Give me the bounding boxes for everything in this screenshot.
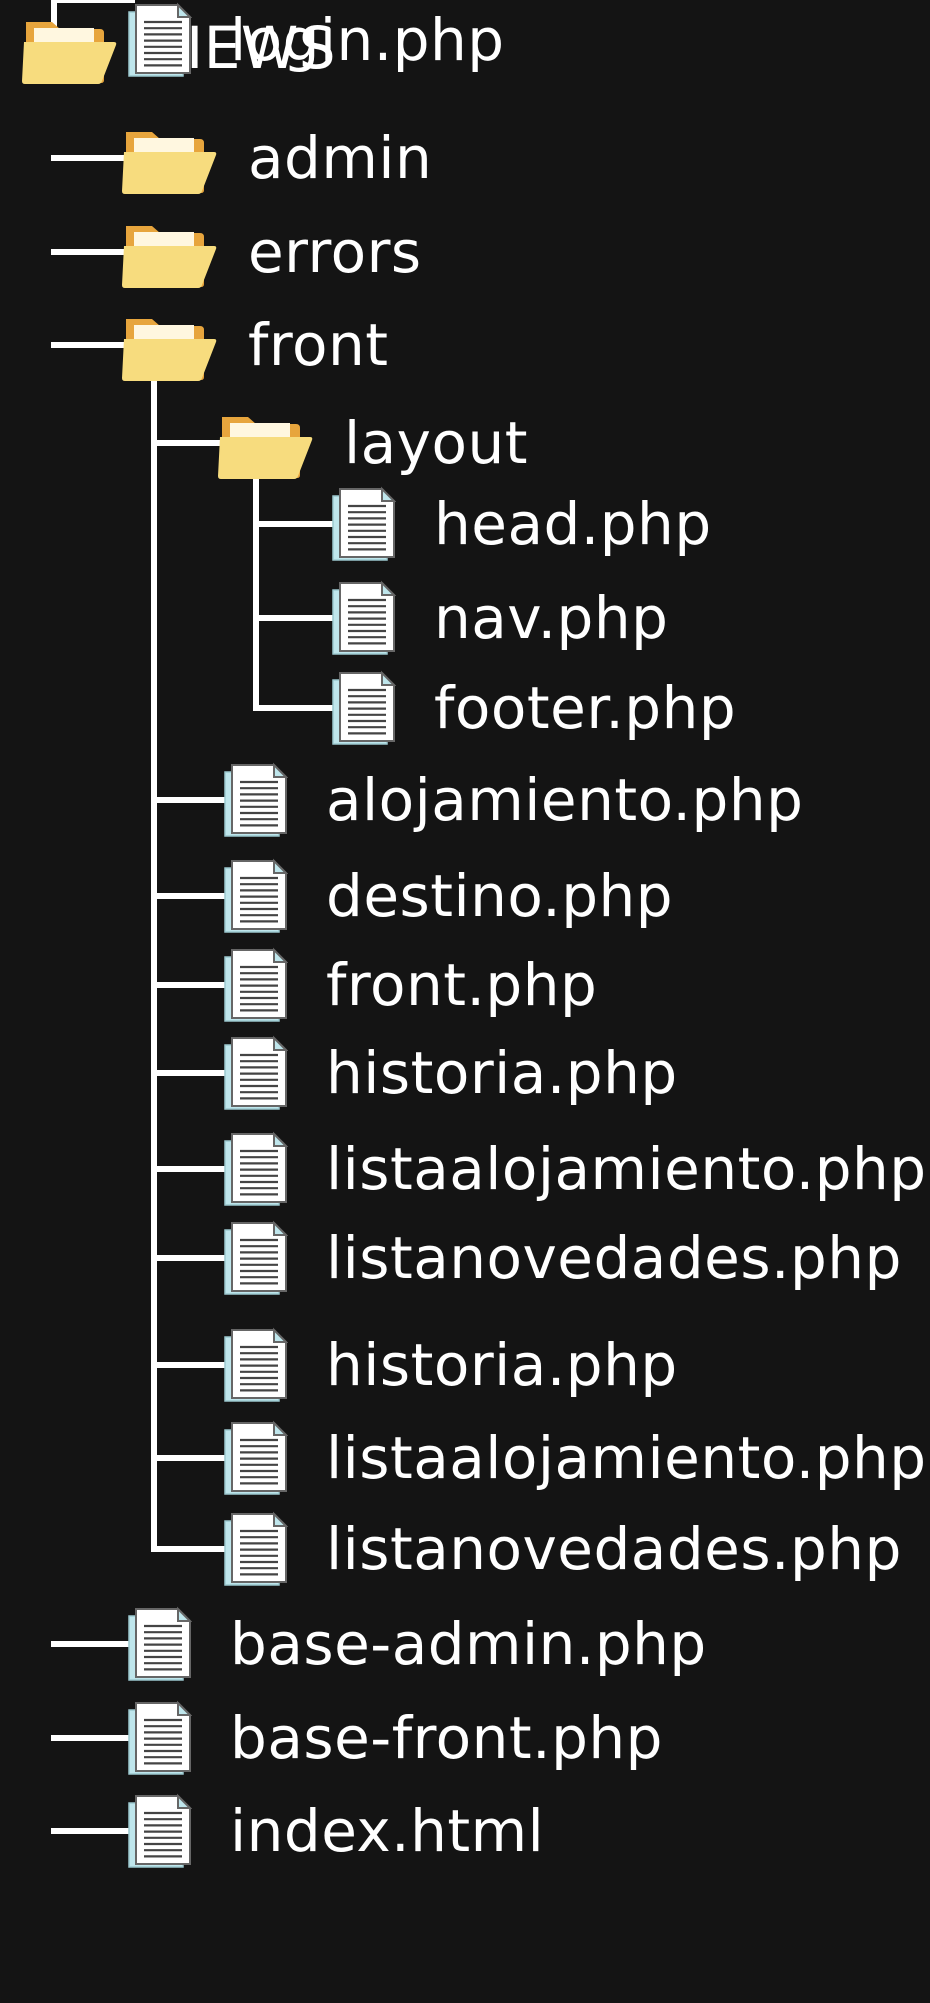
file-icon (128, 2, 192, 77)
file-icon (128, 1606, 192, 1681)
folder-node[interactable]: errors (122, 212, 422, 292)
file-name: listanovedades.php (326, 1515, 902, 1583)
file-name: base-front.php (230, 1704, 663, 1772)
file-name: head.php (434, 490, 712, 558)
file-node[interactable]: head.php (330, 484, 712, 564)
file-icon (224, 1220, 288, 1295)
file-icon (224, 1327, 288, 1402)
file-icon (224, 1420, 288, 1495)
file-name: index.html (230, 1797, 545, 1865)
file-name: base-admin.php (230, 1610, 707, 1678)
file-node[interactable]: historia.php (222, 1325, 678, 1405)
file-name: listanovedades.php (326, 1224, 902, 1292)
file-node[interactable]: front.php (222, 945, 597, 1025)
folder-node[interactable]: front (122, 305, 388, 385)
file-name: login.php (230, 6, 505, 74)
file-node[interactable]: listaalojamiento.php (222, 1129, 927, 1209)
file-node[interactable]: footer.php (330, 668, 736, 748)
file-icon (224, 947, 288, 1022)
folder-icon (22, 22, 117, 84)
file-icon (332, 670, 396, 745)
file-node[interactable]: login.php (126, 0, 505, 80)
file-icon (128, 1793, 192, 1868)
folder-icon (122, 132, 217, 194)
file-name: historia.php (326, 1331, 678, 1399)
file-icon (224, 858, 288, 933)
file-icon (224, 762, 288, 837)
file-icon (128, 1700, 192, 1775)
file-node[interactable]: index.html (126, 1791, 544, 1871)
folder-icon (218, 417, 313, 479)
file-name: footer.php (434, 674, 737, 742)
folder-icon (122, 319, 217, 381)
file-name: alojamiento.php (326, 766, 804, 834)
folder-icon (122, 226, 217, 288)
folder-name: admin (248, 124, 433, 192)
file-name: historia.php (326, 1039, 678, 1107)
file-icon (332, 580, 396, 655)
folder-name: front (248, 311, 389, 379)
file-node[interactable]: base-front.php (126, 1698, 663, 1778)
file-node[interactable]: listanovedades.php (222, 1218, 902, 1298)
file-name: listaalojamiento.php (326, 1424, 927, 1492)
file-icon (332, 486, 396, 561)
file-node[interactable]: historia.php (222, 1033, 678, 1113)
file-icon (224, 1131, 288, 1206)
file-name: nav.php (434, 584, 669, 652)
file-node[interactable]: listanovedades.php (222, 1509, 902, 1589)
file-node[interactable]: alojamiento.php (222, 760, 803, 840)
file-node[interactable]: base-admin.php (126, 1604, 707, 1684)
file-node[interactable]: nav.php (330, 578, 668, 658)
file-icon (224, 1511, 288, 1586)
folder-node[interactable]: layout (218, 403, 528, 483)
file-name: destino.php (326, 862, 674, 930)
file-node[interactable]: listaalojamiento.php (222, 1418, 927, 1498)
file-name: listaalojamiento.php (326, 1135, 927, 1203)
folder-node[interactable]: admin (122, 118, 432, 198)
file-node[interactable]: destino.php (222, 856, 673, 936)
file-icon (224, 1035, 288, 1110)
folder-name: layout (344, 409, 528, 477)
file-tree: VIEWS admin errors front layout head.php nav.p… (0, 0, 930, 2003)
file-name: front.php (326, 951, 598, 1019)
folder-name: errors (248, 218, 422, 286)
